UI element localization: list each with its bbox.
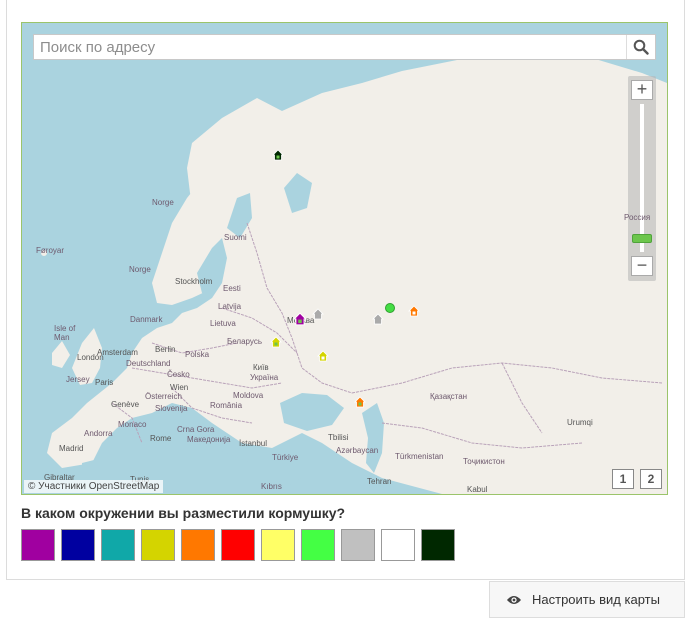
map-label: Polska: [185, 350, 210, 359]
map-label: Kabul: [467, 485, 488, 494]
map-view[interactable]: + − Norge Norge Suomi Føroyar Stockholm …: [21, 22, 668, 495]
map-label: Latvija: [218, 302, 242, 311]
feeder-marker-house[interactable]: [312, 308, 324, 320]
feeder-marker-dot[interactable]: [384, 302, 396, 314]
search-input[interactable]: [34, 35, 619, 59]
color-swatch-red[interactable]: [221, 529, 255, 561]
color-swatch-green[interactable]: [301, 529, 335, 561]
map-label: Suomi: [224, 233, 247, 242]
feeder-marker-house[interactable]: [293, 312, 307, 326]
map-label: Danmark: [130, 315, 163, 324]
color-swatch-orange[interactable]: [181, 529, 215, 561]
map-label: Eesti: [223, 284, 241, 293]
map-label: London: [77, 353, 104, 362]
map-label: Türkiye: [272, 453, 299, 462]
map-label: Norge: [152, 198, 174, 207]
map-label: Lietuva: [210, 319, 236, 328]
color-swatch-purple[interactable]: [21, 529, 55, 561]
map-label: Deutschland: [126, 359, 171, 368]
map-label: İstanbul: [239, 439, 268, 448]
map-label: Tbilisi: [328, 433, 349, 442]
map-label: Genève: [111, 400, 140, 409]
map-label: Norge: [129, 265, 151, 274]
color-swatch-olive[interactable]: [141, 529, 175, 561]
map-label: Isle of Man: [54, 324, 76, 342]
search-button[interactable]: [626, 35, 655, 59]
layer-button-2[interactable]: 2: [640, 469, 662, 489]
color-swatch-yellow[interactable]: [261, 529, 295, 561]
feeder-marker-house[interactable]: [354, 396, 366, 408]
eye-icon: [506, 594, 522, 606]
map-label: Россия: [624, 213, 651, 222]
map-label: Wien: [170, 383, 189, 392]
zoom-track[interactable]: [640, 104, 644, 252]
color-swatch-white[interactable]: [381, 529, 415, 561]
map-label: Rome: [150, 434, 172, 443]
color-swatch-dark-green[interactable]: [421, 529, 455, 561]
address-search: [33, 34, 656, 60]
map-label: Türkmenistan: [395, 452, 444, 461]
map-label: Kıbrıs: [261, 482, 282, 491]
map-label: Беларусь: [227, 337, 262, 346]
color-swatch-navy[interactable]: [61, 529, 95, 561]
environment-question: В каком окружении вы разместили кормушку…: [21, 505, 346, 521]
search-icon: [633, 39, 649, 55]
map-label: Berlin: [155, 345, 176, 354]
color-swatches: [21, 529, 461, 561]
map-label: România: [210, 401, 243, 410]
map-label: Madrid: [59, 444, 84, 453]
map-label: Føroyar: [36, 246, 64, 255]
map-label: Tehran: [367, 477, 392, 486]
map-label: Urumqi: [567, 418, 593, 427]
feeder-marker-house[interactable]: [270, 336, 282, 348]
feeder-marker-house[interactable]: [272, 149, 284, 161]
layer-button-1[interactable]: 1: [612, 469, 634, 489]
map-label: Тоҷикистон: [463, 457, 505, 466]
color-swatch-gray[interactable]: [341, 529, 375, 561]
feeder-marker-house[interactable]: [408, 305, 420, 317]
feeder-marker-house[interactable]: [372, 313, 384, 325]
zoom-in-button[interactable]: +: [631, 80, 653, 100]
map-label: Slovenija: [155, 404, 188, 413]
map-label: Azərbaycan: [336, 446, 379, 455]
map-label: Monaco: [118, 420, 147, 429]
configure-map-view-button[interactable]: Настроить вид карты: [489, 581, 685, 618]
map-label: Österreich: [145, 392, 182, 401]
map-label: Київ: [253, 363, 269, 372]
color-swatch-teal[interactable]: [101, 529, 135, 561]
map-label: Andorra: [84, 429, 113, 438]
map-label: Crna Gora: [177, 425, 215, 434]
map-label: Македонија: [187, 435, 231, 444]
zoom-out-button[interactable]: −: [631, 256, 653, 276]
map-attribution: © Участники OpenStreetMap: [24, 480, 164, 493]
feeder-marker-house[interactable]: [317, 350, 329, 362]
map-label: Jersey: [66, 375, 90, 384]
zoom-slider-handle[interactable]: [632, 234, 652, 243]
configure-map-view-label: Настроить вид карты: [532, 592, 660, 607]
map-label: Česko: [167, 370, 190, 379]
map-label: Moldova: [233, 391, 264, 400]
map-label: Paris: [95, 378, 114, 387]
map-label: Stockholm: [175, 277, 213, 286]
map-label: Қазақстан: [430, 392, 468, 401]
map-label: Україна: [250, 373, 279, 382]
zoom-control: + −: [628, 76, 656, 281]
